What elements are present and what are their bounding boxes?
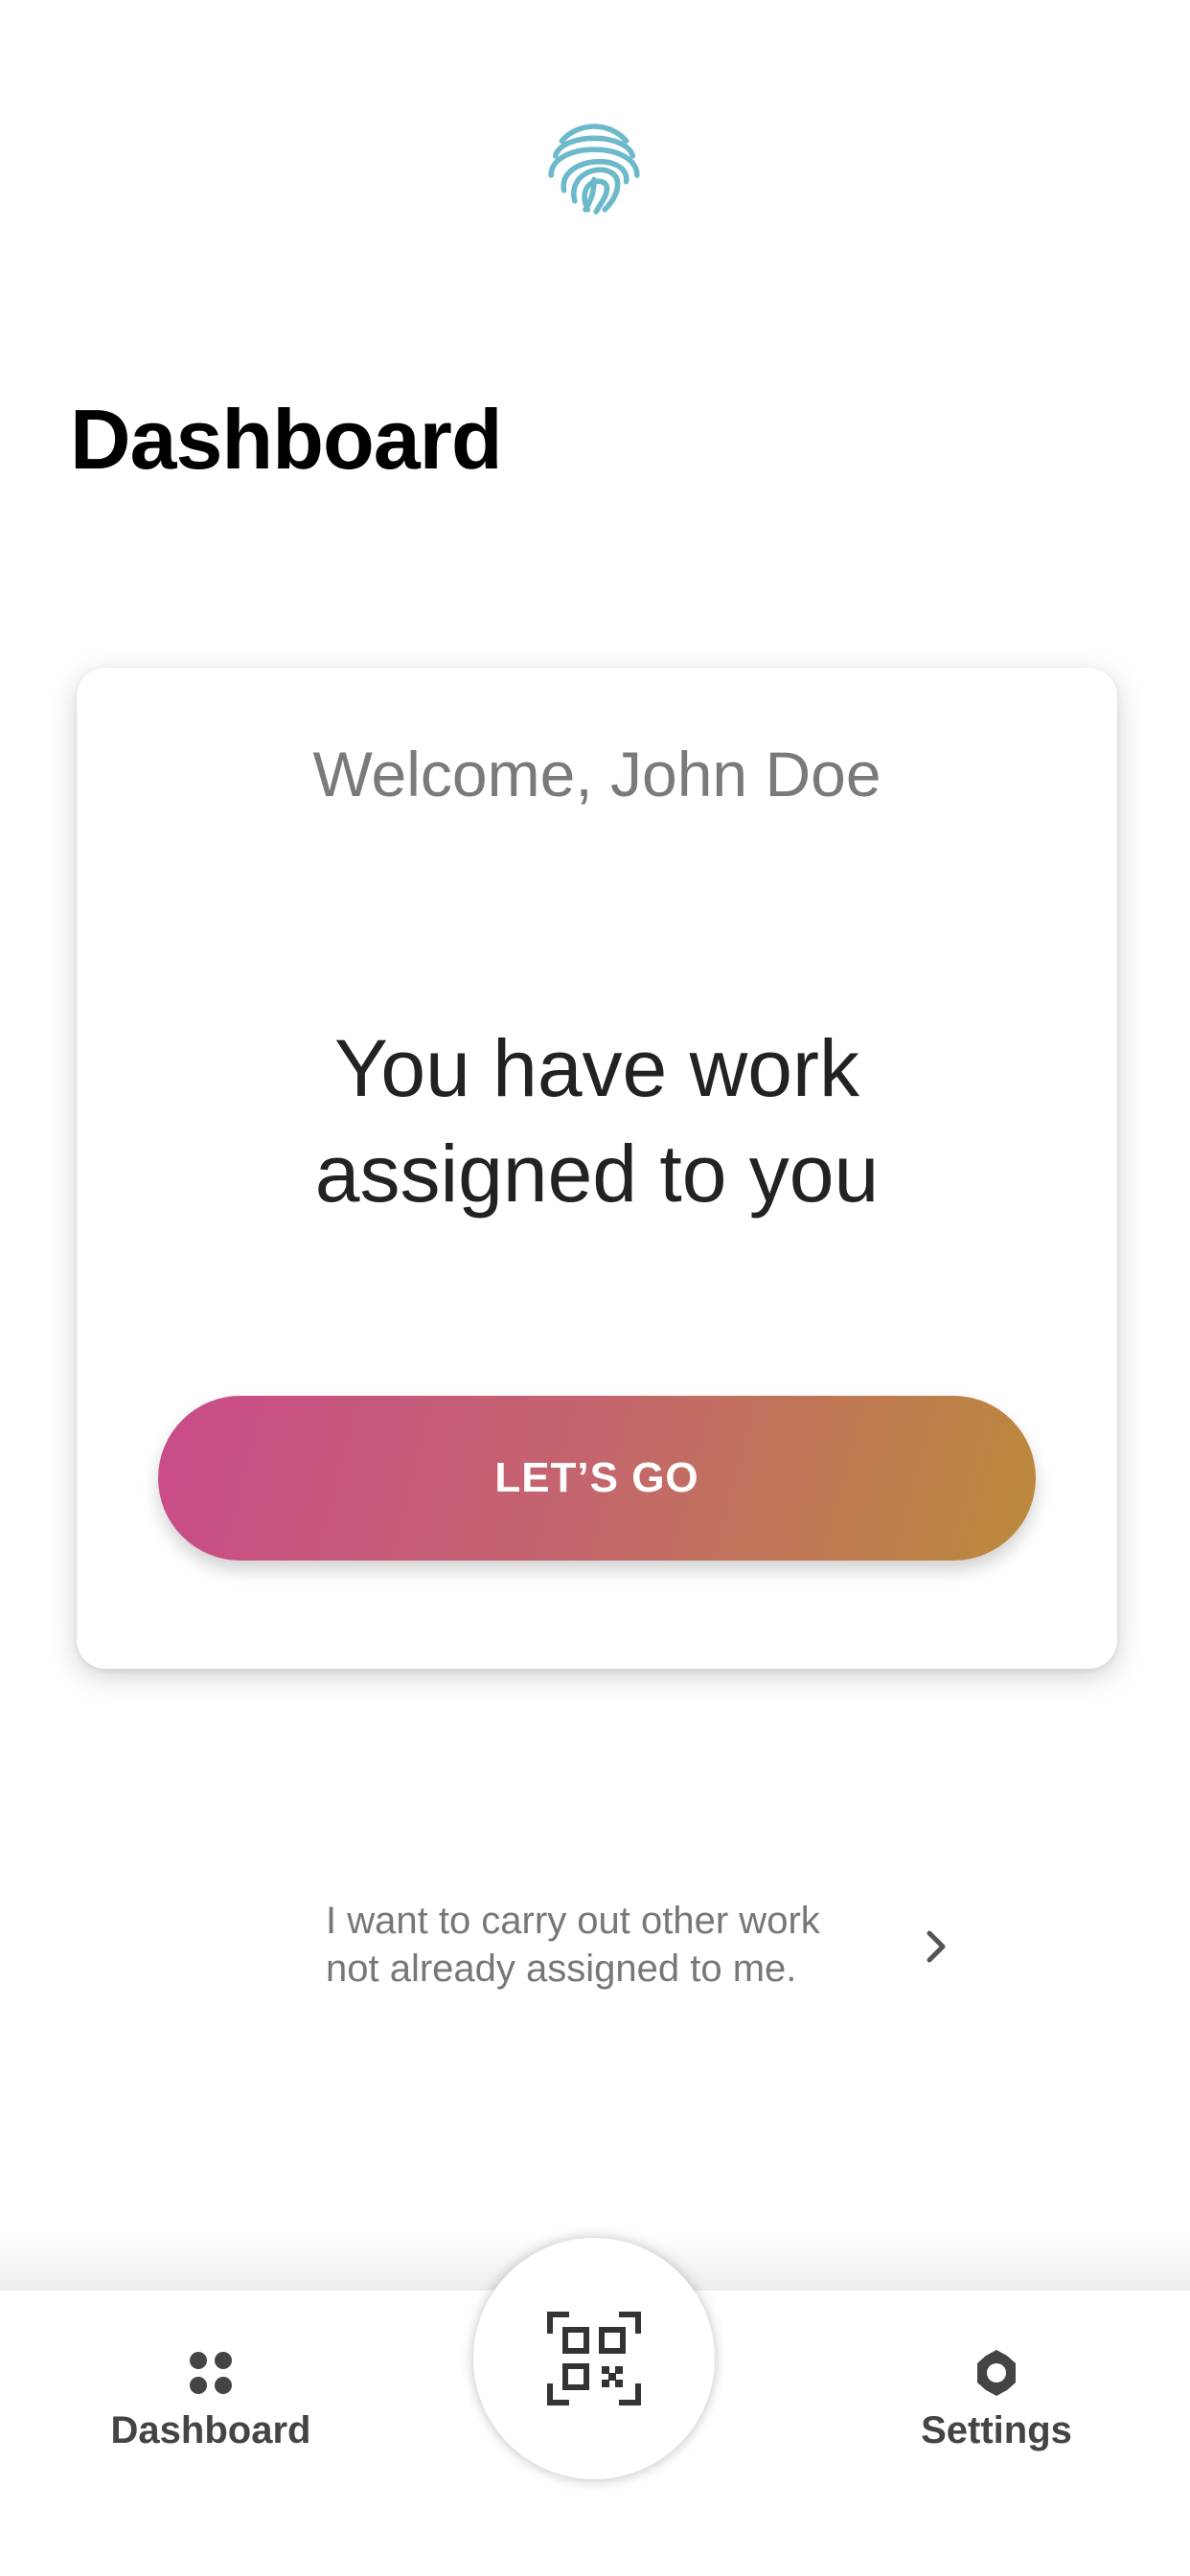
- welcome-message: Welcome, John Doe: [312, 739, 881, 809]
- assigned-work-headline: You have work assigned to you: [77, 1015, 1117, 1226]
- chevron-right-icon: [927, 1930, 946, 1963]
- assigned-work-card: Welcome, John Doe You have work assigned…: [77, 668, 1117, 1669]
- other-work-link[interactable]: I want to carry out other work not alrea…: [326, 1897, 946, 2002]
- tab-settings-label: Settings: [921, 2409, 1072, 2451]
- fingerprint-icon: [540, 113, 648, 220]
- other-work-line-1: I want to carry out other work: [326, 1900, 820, 1942]
- grid-icon: [190, 2352, 232, 2394]
- tab-dashboard[interactable]: Dashboard: [67, 2348, 355, 2482]
- headline-line-1: You have work: [334, 1023, 859, 1113]
- gear-icon: [977, 2350, 1016, 2396]
- other-work-line-2: not already assigned to me.: [326, 1948, 797, 1990]
- lets-go-button[interactable]: LET’S GO: [158, 1396, 1036, 1561]
- tab-settings[interactable]: Settings: [853, 2348, 1140, 2482]
- headline-line-2: assigned to you: [314, 1128, 880, 1219]
- tab-dashboard-label: Dashboard: [110, 2409, 311, 2451]
- page-title: Dashboard: [70, 392, 503, 487]
- scan-qr-button[interactable]: [473, 2238, 715, 2479]
- qr-code-scan-icon: [547, 2312, 641, 2405]
